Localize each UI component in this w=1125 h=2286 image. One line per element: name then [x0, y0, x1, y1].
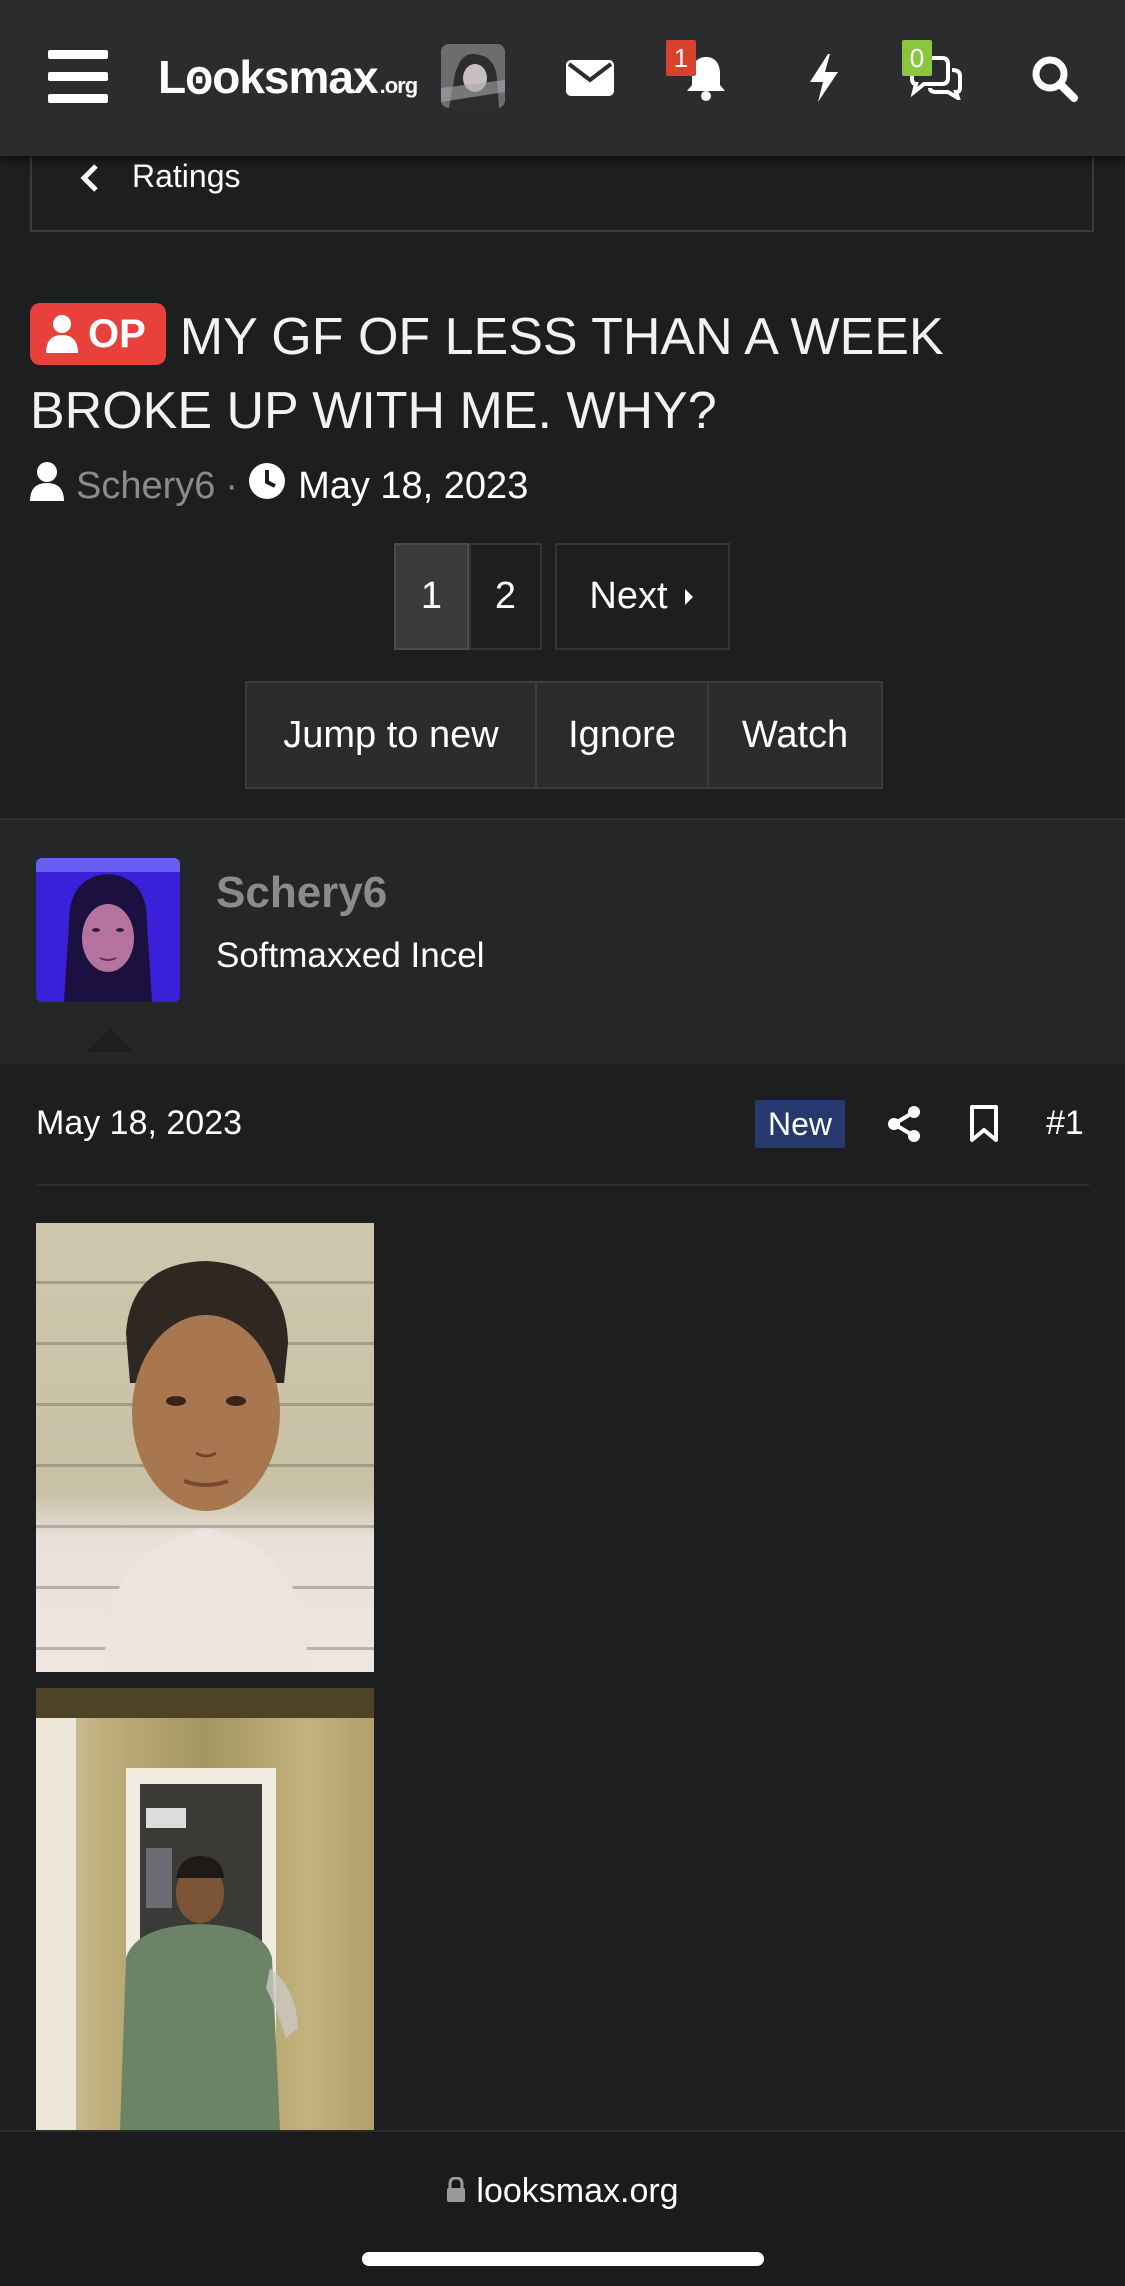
jump-to-new-button[interactable]: Jump to new: [247, 683, 537, 787]
browser-bottom-bar: looksmax.org: [0, 2130, 1125, 2286]
post-user-info: Schery6 Softmaxxed Incel: [0, 818, 1125, 1064]
site-logo[interactable]: Lꙩoksmax.org: [158, 50, 419, 104]
conversations-badge: 0: [902, 40, 932, 76]
divider: [36, 1184, 1089, 1186]
post-author-title: Softmaxxed Incel: [216, 936, 485, 975]
bookmark-icon[interactable]: [956, 1096, 1012, 1152]
op-badge: OP: [30, 303, 166, 366]
page-1-button[interactable]: 1: [394, 543, 469, 650]
home-indicator[interactable]: [362, 2252, 764, 2266]
search-icon[interactable]: [1016, 40, 1092, 116]
new-badge: New: [755, 1100, 845, 1148]
logo-text: Lꙩoksmax: [158, 51, 379, 103]
watch-button[interactable]: Watch: [709, 683, 881, 787]
thread-author-link[interactable]: Schery6: [76, 465, 215, 508]
notifications-badge: 1: [666, 40, 696, 76]
share-icon[interactable]: [876, 1096, 932, 1152]
lock-icon: [447, 2176, 466, 2203]
thread-meta: Schery6 · May 18, 2023: [30, 462, 528, 510]
address-bar[interactable]: looksmax.org: [0, 2172, 1125, 2211]
next-label: Next: [589, 575, 668, 617]
user-icon: [46, 314, 78, 353]
envelope-icon[interactable]: [552, 40, 628, 116]
top-nav-bar: Lꙩoksmax.org 1 0: [0, 0, 1125, 156]
bolt-icon[interactable]: [786, 40, 862, 116]
logo-suffix: .org: [379, 73, 419, 98]
avatar-image: [36, 858, 180, 1002]
clock-icon: [248, 462, 286, 510]
breadcrumb-link-ratings[interactable]: Ratings: [132, 158, 241, 195]
thread-actions: Jump to new Ignore Watch: [245, 681, 883, 789]
chevron-left-icon: [80, 162, 100, 199]
post-author-name[interactable]: Schery6: [216, 868, 387, 918]
thread-title-text: MY GF OF LESS THAN A WEEK BROKE UP WITH …: [30, 308, 944, 440]
post-author-avatar[interactable]: [36, 858, 180, 1002]
page-2-button[interactable]: 2: [469, 543, 542, 650]
thread-date[interactable]: May 18, 2023: [298, 465, 528, 508]
op-label: OP: [88, 312, 146, 357]
post-image[interactable]: [36, 1688, 374, 2130]
user-avatar[interactable]: [441, 44, 505, 108]
caret-right-icon: [684, 588, 693, 605]
user-icon: [30, 461, 64, 511]
menu-icon[interactable]: [48, 50, 108, 104]
url-text: looksmax.org: [476, 2172, 679, 2210]
thread-title: OP MY GF OF LESS THAN A WEEK BROKE UP WIT…: [30, 300, 1090, 448]
post-image[interactable]: [36, 1223, 374, 1672]
selfie-photo: [105, 1261, 307, 1672]
post-date[interactable]: May 18, 2023: [36, 1104, 242, 1143]
post-number-link[interactable]: #1: [1046, 1104, 1084, 1143]
full-body-photo: [36, 1688, 374, 2130]
next-page-button[interactable]: Next: [555, 543, 730, 650]
ignore-button[interactable]: Ignore: [537, 683, 709, 787]
post-pointer-arrow: [86, 1028, 134, 1052]
meta-separator: ·: [225, 464, 239, 507]
avatar-image: [441, 44, 505, 108]
